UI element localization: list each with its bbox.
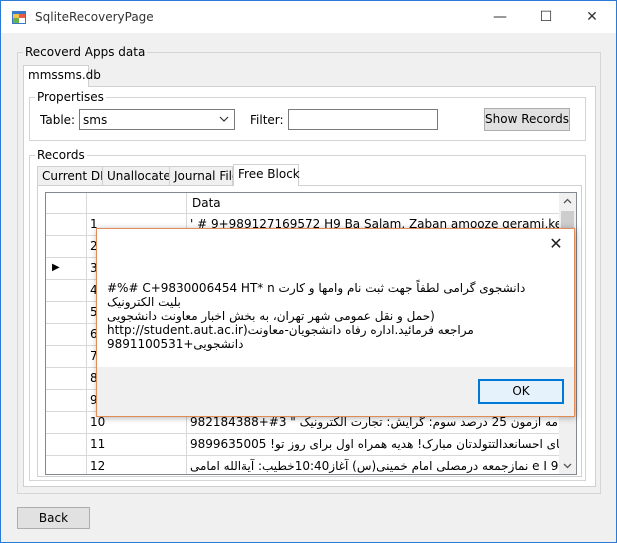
- row-number-cell[interactable]: 11: [87, 434, 187, 456]
- dialog-close-button[interactable]: ✕: [546, 234, 566, 254]
- recovered-apps-group-label: Recoverd Apps data: [23, 45, 148, 59]
- row-header[interactable]: [46, 456, 87, 474]
- row-header[interactable]: [46, 280, 87, 302]
- tab-journal-file[interactable]: Journal File: [169, 166, 239, 186]
- grid-header: Data: [46, 193, 562, 214]
- grid-num-header[interactable]: [87, 193, 187, 214]
- tab-mmssms-db[interactable]: mmssms.db: [23, 65, 101, 87]
- scroll-up-icon[interactable]: [562, 196, 573, 207]
- table-select-value: sms: [83, 113, 108, 127]
- window-title: SqliteRecoveryPage: [35, 10, 154, 24]
- scroll-down-icon[interactable]: [562, 460, 573, 471]
- row-header[interactable]: [46, 390, 87, 412]
- maximize-button[interactable]: ☐: [523, 1, 569, 33]
- row-header[interactable]: [46, 214, 87, 236]
- row-header[interactable]: [46, 368, 87, 390]
- tab-free-block[interactable]: Free Block: [233, 164, 300, 186]
- row-header[interactable]: [46, 346, 87, 368]
- row-header[interactable]: [46, 324, 87, 346]
- filter-input[interactable]: [288, 109, 438, 130]
- back-button[interactable]: Back: [17, 507, 90, 529]
- data-cell[interactable]: آقای احسانعدالتتولدتان مبارک! هدیه همراه…: [187, 434, 562, 456]
- main-window: SqliteRecoveryPage — ☐ ✕ Recoverd Apps d…: [0, 0, 617, 543]
- data-cell[interactable]: نمازجمعه درمصلی امام خمینی(س) آغاز10:40خ…: [187, 456, 562, 474]
- table-row[interactable]: 11آقای احسانعدالتتولدتان مبارک! هدیه همر…: [46, 434, 562, 456]
- show-records-button[interactable]: Show Records: [484, 108, 570, 131]
- table-select[interactable]: sms: [79, 109, 235, 130]
- tab-current-db[interactable]: Current DB: [37, 166, 108, 186]
- row-header[interactable]: [46, 412, 87, 434]
- row-number-cell[interactable]: 12: [87, 456, 187, 474]
- chevron-down-icon: [219, 116, 229, 122]
- tab-unallocated[interactable]: Unallocated: [102, 166, 178, 186]
- grid-corner-header: [46, 193, 87, 214]
- message-dialog: ✕ #%# C+9830006454 HT* n دانشجوی گرامی ل…: [96, 228, 575, 417]
- current-row-indicator-icon: ▶: [52, 262, 60, 273]
- app-icon: [12, 11, 26, 24]
- dialog-body: ✕ #%# C+9830006454 HT* n دانشجوی گرامی ل…: [97, 229, 574, 367]
- title-bar: SqliteRecoveryPage — ☐ ✕: [1, 1, 616, 33]
- table-label: Table:: [40, 113, 76, 127]
- minimize-button[interactable]: —: [477, 1, 523, 33]
- row-header[interactable]: [46, 302, 87, 324]
- filter-label: Filter:: [250, 113, 284, 127]
- close-window-button[interactable]: ✕: [569, 1, 615, 33]
- ok-button[interactable]: OK: [478, 379, 564, 404]
- properties-group-label: Propertises: [35, 90, 106, 104]
- row-header[interactable]: [46, 434, 87, 456]
- row-header[interactable]: ▶: [46, 258, 87, 280]
- row-header[interactable]: [46, 236, 87, 258]
- records-group-label: Records: [35, 148, 87, 162]
- dialog-message: #%# C+9830006454 HT* n دانشجوی گرامی لطف…: [107, 281, 526, 351]
- grid-data-column-header[interactable]: Data: [187, 193, 562, 214]
- table-row[interactable]: 12 نمازجمعه درمصلی امام خمینی(س) آغاز10:4…: [46, 456, 562, 474]
